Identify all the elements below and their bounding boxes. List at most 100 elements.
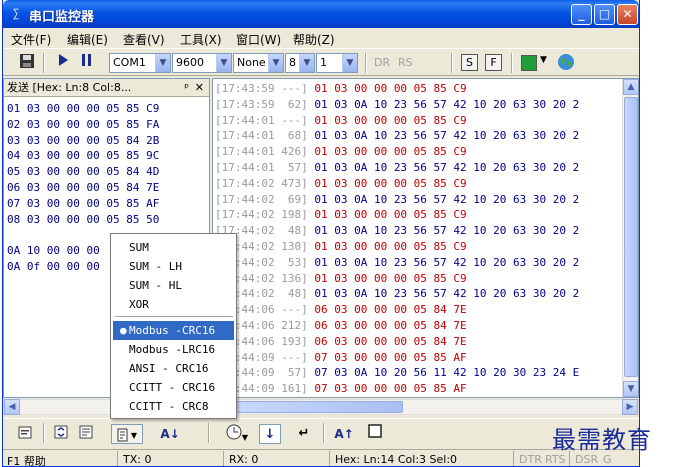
- log-received-data: 01 03 0A 10 23 56 57 42 10 20 63 30 20 2: [314, 129, 580, 143]
- checksum-menu-item[interactable]: SUM: [113, 238, 234, 257]
- dr-button[interactable]: DR: [374, 53, 390, 73]
- scroll-thumb[interactable]: [624, 97, 638, 377]
- checksum-menu-item[interactable]: Modbus -LRC16: [113, 340, 234, 359]
- pin-icon[interactable]: ᵖ: [184, 79, 189, 96]
- databits-select[interactable]: 8 ▼: [285, 53, 315, 73]
- f-button[interactable]: F: [485, 54, 502, 71]
- log-row: [17:44:09 57] 07 03 0A 10 20 56 11 42 10…: [215, 365, 579, 381]
- checksum-menu-item[interactable]: CCITT - CRC16: [113, 378, 234, 397]
- toolbar: COM1 ▼ 9600 ▼ None ▼ 8 ▼ 1 ▼ DR RS S F ▼: [3, 48, 639, 76]
- log-hscrollbar[interactable]: ▶: [212, 399, 639, 415]
- databits-value: 8: [289, 56, 296, 69]
- hscroll-thumb[interactable]: [233, 401, 403, 413]
- scroll-down-icon[interactable]: ▼: [623, 381, 638, 397]
- minimize-button[interactable]: _: [571, 4, 592, 25]
- checksum-menu-label: Modbus -LRC16: [129, 343, 216, 356]
- log-row: [17:44:02 53] 01 03 0A 10 23 56 57 42 10…: [215, 255, 579, 271]
- send-line: 07 03 00 00 00 05 85 AF: [7, 196, 160, 210]
- scroll-bottom-icon[interactable]: ↓: [259, 424, 281, 444]
- close-button[interactable]: ✕: [617, 4, 638, 25]
- log-received-data: 01 03 0A 10 23 56 57 42 10 20 63 30 20 2: [314, 192, 580, 206]
- log-timestamp: [17:43:59 62]: [215, 97, 308, 111]
- checksum-menu-item[interactable]: SUM - LH: [113, 257, 234, 276]
- s-button[interactable]: S: [461, 54, 478, 71]
- send-line: 01 03 00 00 00 05 85 C9: [7, 102, 160, 115]
- window-icon[interactable]: [365, 424, 385, 444]
- stopbits-select[interactable]: 1 ▼: [316, 53, 358, 73]
- rs-button[interactable]: RS: [398, 53, 413, 73]
- status-bar: F1 帮助 TX: 0 RX: 0 Hex: Ln:14 Col:3 Sel:0…: [3, 449, 639, 467]
- window-title: 串口监控器: [29, 10, 95, 25]
- log-sent-data: 01 03 00 00 00 05 85 C9: [314, 82, 467, 95]
- scroll-left-icon[interactable]: ◀: [4, 399, 20, 415]
- maximize-button[interactable]: □: [594, 4, 615, 25]
- globe-icon[interactable]: [557, 53, 575, 73]
- status-dtr: DTR: [519, 453, 542, 466]
- menu-edit[interactable]: 编辑(E): [67, 31, 108, 48]
- pause-icon[interactable]: [77, 53, 97, 73]
- menu-separator: [115, 316, 233, 317]
- log-sent-data: 01 03 00 00 00 05 85 C9: [314, 113, 467, 127]
- log-panel[interactable]: [17:43:59 ---] 01 03 00 00 00 05 85 C9 [1…: [212, 78, 639, 398]
- clear-icon[interactable]: [76, 424, 96, 444]
- log-received-data: 01 03 0A 10 23 56 57 42 10 20 63 30 20 2: [314, 224, 580, 238]
- scroll-up-icon[interactable]: ▲: [623, 79, 638, 95]
- status-help: F1 帮助: [7, 455, 46, 467]
- checksum-menu-item[interactable]: CCITT - CRC8: [113, 397, 234, 416]
- menu-help[interactable]: 帮助(Z): [293, 31, 335, 48]
- log-received-data: 01 03 0A 10 23 56 57 42 10 20 63 30 20 2: [314, 160, 580, 174]
- checksum-dropdown-button[interactable]: ▼: [111, 424, 143, 444]
- baud-select[interactable]: 9600 ▼: [172, 53, 232, 73]
- checksum-menu-label: SUM - HL: [129, 279, 182, 292]
- color-icon[interactable]: [521, 55, 537, 71]
- font-smaller-button[interactable]: A↓: [159, 424, 181, 444]
- menu-file[interactable]: 文件(F): [11, 31, 51, 48]
- timer-icon[interactable]: ▼: [223, 424, 251, 444]
- log-timestamp: [17:44:01 68]: [215, 129, 308, 143]
- log-row: [17:43:59 62] 01 03 0A 10 23 56 57 42 10…: [215, 97, 579, 113]
- log-row: [17:44:02 198] 01 03 00 00 00 05 85 C9: [215, 207, 579, 223]
- scroll-right-icon[interactable]: ▶: [622, 399, 638, 415]
- vertical-scrollbar[interactable]: ▲ ▼: [622, 79, 638, 397]
- send-line: 08 03 00 00 00 05 85 50: [7, 212, 160, 226]
- log-timestamp: [17:43:59 ---]: [215, 82, 308, 95]
- checksum-popup-menu: SUM SUM - LH SUM - HL XOR ● Modbus -CRC16 Modb…: [110, 233, 237, 419]
- play-icon[interactable]: [53, 53, 73, 73]
- log-row: [17:44:06 193] 06 03 00 00 00 05 84 7E: [215, 334, 579, 350]
- log-timestamp: [17:44:02 473]: [215, 176, 308, 190]
- checksum-menu-item[interactable]: ● Modbus -CRC16: [113, 321, 234, 340]
- send-line: 04 03 00 00 00 05 85 9C: [7, 149, 160, 163]
- log-row: [17:44:06 ---] 06 03 00 00 00 05 84 7E: [215, 302, 579, 318]
- hex-toggle-icon[interactable]: [51, 424, 71, 444]
- log-timestamp: [17:44:01 ---]: [215, 113, 308, 127]
- chevron-down-icon[interactable]: ▼: [540, 55, 547, 75]
- checksum-menu-item[interactable]: XOR: [113, 295, 234, 314]
- menu-tools[interactable]: 工具(X): [180, 31, 222, 48]
- font-larger-button[interactable]: A↑: [333, 424, 355, 444]
- log-sent-data: 07 03 00 00 00 05 85 AF: [314, 350, 467, 364]
- properties-icon[interactable]: [15, 424, 35, 444]
- port-select[interactable]: COM1 ▼: [109, 53, 171, 73]
- close-icon[interactable]: ✕: [195, 79, 204, 96]
- parity-value: None: [237, 56, 266, 69]
- newline-icon[interactable]: ↵: [293, 424, 315, 444]
- parity-select[interactable]: None ▼: [233, 53, 284, 73]
- log-sent-data: 01 03 00 00 00 05 85 C9: [314, 271, 467, 285]
- menu-window[interactable]: 窗口(W): [236, 31, 281, 48]
- log-row: [17:44:02 69] 01 03 0A 10 23 56 57 42 10…: [215, 192, 579, 208]
- save-icon[interactable]: [17, 53, 37, 73]
- log-sent-data: 01 03 00 00 00 05 85 C9: [314, 208, 467, 222]
- log-text[interactable]: [17:43:59 ---] 01 03 00 00 00 05 85 C9 [1…: [215, 81, 579, 397]
- radio-bullet-icon: ●: [120, 324, 127, 337]
- log-row: [17:44:02 136] 01 03 00 00 00 05 85 C9: [215, 271, 579, 287]
- title-bar[interactable]: ∑ 串口监控器 _ □ ✕: [3, 0, 639, 28]
- checksum-menu-item[interactable]: SUM - HL: [113, 276, 234, 295]
- chevron-down-icon: ▼: [342, 54, 357, 72]
- send-line: 06 03 00 00 00 05 84 7E: [7, 180, 160, 194]
- status-tx: TX: 0: [123, 453, 152, 466]
- checksum-menu-item[interactable]: ANSI - CRC16: [113, 359, 234, 378]
- app-icon: ∑: [12, 7, 20, 20]
- menu-view[interactable]: 查看(V): [123, 31, 165, 48]
- log-received-data: 01 03 0A 10 23 56 57 42 10 20 63 30 20 2: [314, 287, 580, 301]
- status-position: Hex: Ln:14 Col:3 Sel:0: [335, 453, 458, 466]
